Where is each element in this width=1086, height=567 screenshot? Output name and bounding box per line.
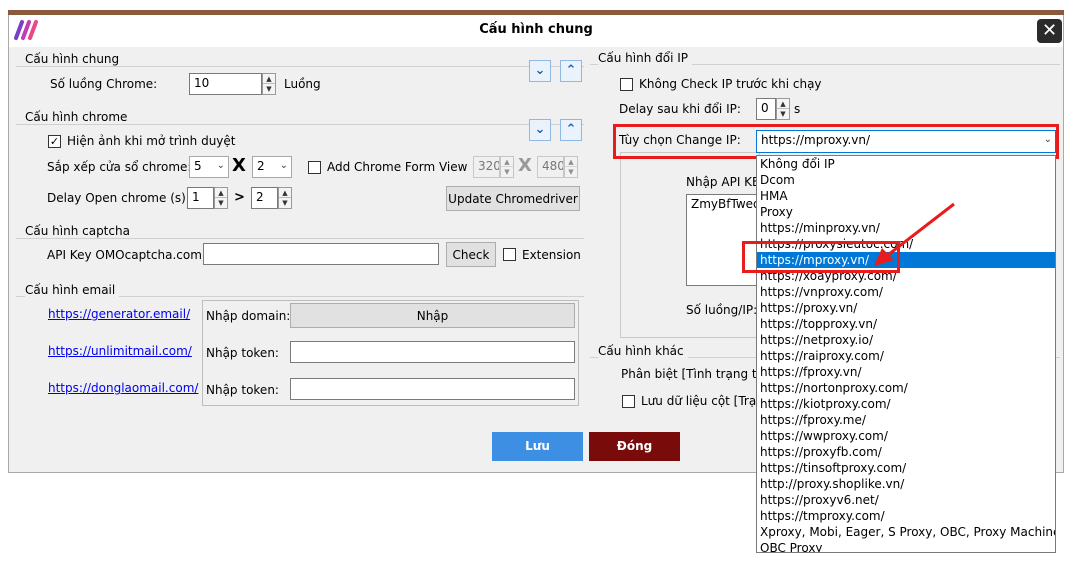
dropdown-option[interactable]: https://fproxy.vn/ (757, 364, 1055, 380)
threads-unit: Luồng (284, 77, 321, 91)
captcha-group-title: Cấu hình captcha (25, 224, 134, 238)
dropdown-option[interactable]: Dcom (757, 172, 1055, 188)
token-input-2[interactable] (290, 378, 575, 400)
enter-domain-button[interactable]: Nhập (290, 303, 575, 328)
app-logo-icon (14, 18, 42, 42)
dropdown-option[interactable]: OBC Proxy (757, 540, 1055, 552)
dropdown-option[interactable]: https://vnproxy.com/ (757, 284, 1055, 300)
chevron-down-icon: ⌄ (1043, 134, 1052, 145)
arrange-label: Sắp xếp cửa sổ chrome: (47, 160, 192, 174)
email-group-title: Cấu hình email (25, 283, 120, 297)
chevron-up-icon[interactable]: ⌃ (560, 119, 582, 141)
dropdown-option[interactable]: Không đổi IP (757, 156, 1055, 172)
chrome-group (16, 124, 584, 125)
delay-max-input[interactable]: 2 (251, 187, 278, 209)
threads-stepper[interactable]: ▲ ▼ (262, 73, 276, 95)
dropdown-option[interactable]: https://kiotproxy.com/ (757, 396, 1055, 412)
save-column-label: Lưu dữ liệu cột [Trạ (641, 394, 757, 408)
chrome-group-title: Cấu hình chrome (25, 110, 132, 124)
api-key-label: Nhập API KE (686, 175, 760, 189)
dropdown-option[interactable]: Xproxy, Mobi, Eager, S Proxy, OBC, Proxy… (757, 524, 1055, 540)
generator-email-link[interactable]: https://generator.email/ (48, 307, 190, 321)
check-button[interactable]: Check (446, 242, 496, 267)
form-width-stepper[interactable]: ▲ ▼ (500, 156, 514, 178)
add-form-label: Add Chrome Form View (327, 160, 468, 174)
show-image-checkbox[interactable]: ✓ (48, 135, 61, 148)
dropdown-option[interactable]: https://topproxy.vn/ (757, 316, 1055, 332)
extension-label: Extension (522, 248, 581, 262)
domain-label: Nhập domain: (206, 309, 291, 323)
delay-max-stepper[interactable]: ▲ ▼ (278, 187, 292, 209)
delay-min-input[interactable]: 1 (187, 187, 214, 209)
add-form-checkbox[interactable] (308, 161, 321, 174)
dropdown-option[interactable]: https://tmproxy.com/ (757, 508, 1055, 524)
rows-select[interactable]: 2 ⌄ (252, 156, 292, 178)
greater-than-symbol: > (234, 190, 245, 205)
form-width-input[interactable]: 320 (473, 156, 500, 178)
captcha-api-label: API Key OMOcaptcha.com: (47, 248, 206, 262)
token-label-2: Nhập token: (206, 383, 279, 397)
form-height-input[interactable]: 480 (537, 156, 564, 178)
ip-delay-stepper[interactable]: ▲ ▼ (776, 98, 790, 120)
title-bar: Cấu hình chung (9, 15, 1063, 47)
window-title: Cấu hình chung (479, 22, 593, 37)
threads-input[interactable]: 10 (189, 73, 262, 95)
donglaomail-link[interactable]: https://donglaomail.com/ (48, 381, 198, 395)
show-image-label: Hiện ảnh khi mở trình duyệt (67, 134, 236, 148)
dropdown-option[interactable]: https://wwproxy.com/ (757, 428, 1055, 444)
token-input-1[interactable] (290, 341, 575, 363)
token-label-1: Nhập token: (206, 346, 279, 360)
save-column-checkbox[interactable] (622, 395, 635, 408)
dropdown-option[interactable]: https://tinsoftproxy.com/ (757, 460, 1055, 476)
form-height-stepper[interactable]: ▲ ▼ (564, 156, 578, 178)
dropdown-option[interactable]: https://proxyfb.com/ (757, 444, 1055, 460)
delay-label: Delay Open chrome (s): (47, 191, 190, 205)
change-ip-value: https://mproxy.vn/ (761, 133, 871, 147)
dropdown-option[interactable]: https://proxy.vn/ (757, 300, 1055, 316)
dropdown-option[interactable]: https://proxyv6.net/ (757, 492, 1055, 508)
chevron-down-icon[interactable]: ⌄ (529, 119, 551, 141)
pointer-arrow-icon (874, 202, 955, 266)
no-check-ip-label: Không Check IP trước khi chạy (639, 77, 822, 91)
ip-delay-label: Delay sau khi đổi IP: (619, 102, 741, 116)
times-symbol: X (232, 155, 246, 176)
rows-value: 2 (257, 159, 265, 173)
change-ip-label: Tùy chọn Change IP: (619, 133, 741, 147)
dropdown-option[interactable]: https://fproxy.me/ (757, 412, 1055, 428)
distinguish-label: Phân biệt [Tình trạng tà (621, 367, 764, 381)
captcha-group (16, 238, 584, 239)
other-group-title: Cấu hình khác (598, 344, 688, 358)
close-icon[interactable]: ✕ (1037, 19, 1062, 43)
save-button[interactable]: Lưu (492, 432, 583, 461)
update-chromedriver-button[interactable]: Update Chromedriver (446, 186, 580, 211)
chevron-up-icon[interactable]: ⌃ (560, 60, 582, 82)
close-button[interactable]: Đóng (589, 432, 680, 461)
times-symbol-disabled: X (518, 155, 532, 176)
ip-group-title: Cấu hình đổi IP (598, 51, 692, 65)
dropdown-option[interactable]: https://netproxy.io/ (757, 332, 1055, 348)
ip-delay-input[interactable]: 0 (756, 98, 776, 120)
cols-select[interactable]: 5 ⌄ (189, 156, 229, 178)
ip-delay-unit: s (794, 102, 801, 116)
dropdown-option[interactable]: https://raiproxy.com/ (757, 348, 1055, 364)
delay-min-stepper[interactable]: ▲ ▼ (214, 187, 228, 209)
chevron-down-icon[interactable]: ⌄ (529, 60, 551, 82)
dropdown-option[interactable]: http://proxy.shoplike.vn/ (757, 476, 1055, 492)
threads-label: Số luồng Chrome: (50, 77, 158, 91)
extension-checkbox[interactable] (503, 248, 516, 261)
no-check-ip-checkbox[interactable] (620, 78, 633, 91)
dropdown-option[interactable]: https://nortonproxy.com/ (757, 380, 1055, 396)
threads-per-ip-label: Số luồng/IP: (686, 303, 758, 317)
unlimitmail-link[interactable]: https://unlimitmail.com/ (48, 344, 192, 358)
general-group-title: Cấu hình chung (25, 52, 124, 66)
chevron-down-icon: ⌄ (216, 160, 225, 171)
cols-value: 5 (194, 159, 202, 173)
captcha-api-input[interactable] (203, 243, 439, 265)
change-ip-select[interactable]: https://mproxy.vn/ ⌄ (756, 130, 1056, 153)
chevron-down-icon: ⌄ (279, 160, 288, 171)
